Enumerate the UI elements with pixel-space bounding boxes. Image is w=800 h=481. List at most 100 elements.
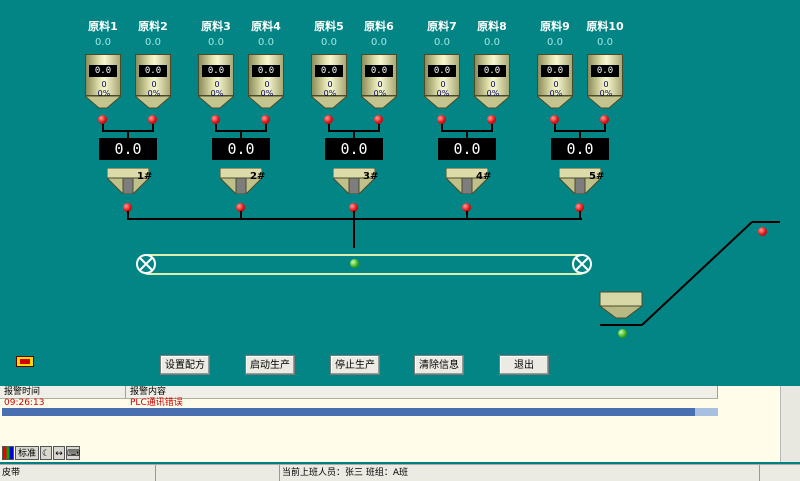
- status-left: 皮带: [0, 465, 156, 481]
- material-silo[interactable]: 0.0 0 0%: [248, 54, 284, 110]
- material-value: 0.0: [95, 37, 111, 48]
- scale-display: 0.0: [99, 138, 157, 160]
- scale-display: 0.0: [325, 138, 383, 160]
- material-silo[interactable]: 0.0 0 0%: [85, 54, 121, 110]
- alarm-indicator-icon[interactable]: [16, 356, 34, 367]
- silo-cone-icon: [424, 96, 460, 109]
- scale-display: 0.0: [551, 138, 609, 160]
- silo-display: 0.0: [365, 65, 393, 77]
- silo-body: 0.0 0 0%: [311, 54, 347, 98]
- process-canvas: 原料1 0.0 0.0 0 0% 原料2 0.0 0.0 0 0% 0.0 1# 原料3 0.0 0.0 0 0…: [0, 0, 800, 386]
- silo-display: 0.0: [252, 65, 280, 77]
- alarm-header: 报警时间 报警内容: [0, 386, 718, 399]
- material-value: 0.0: [547, 37, 563, 48]
- silo-valve-led: [374, 115, 383, 124]
- silo-valve-led: [550, 115, 559, 124]
- keyboard-icon[interactable]: ⌨: [66, 446, 80, 460]
- silo-count: 0: [603, 80, 609, 89]
- alarm-scrollbar[interactable]: [780, 386, 800, 462]
- moon-icon[interactable]: ☾: [40, 446, 52, 460]
- silo-body: 0.0 0 0%: [85, 54, 121, 98]
- silo-count: 0: [264, 80, 270, 89]
- material-silo[interactable]: 0.0 0 0%: [474, 54, 510, 110]
- inclined-conveyor: [641, 221, 753, 326]
- material-value: 0.0: [258, 37, 274, 48]
- color-palette-icon[interactable]: [2, 446, 14, 460]
- silo-cone-icon: [135, 96, 171, 109]
- alarm-col-time-header[interactable]: 报警时间: [0, 386, 126, 398]
- material-value: 0.0: [484, 37, 500, 48]
- silo-body: 0.0 0 0%: [361, 54, 397, 98]
- scale-display: 0.0: [212, 138, 270, 160]
- material-silo[interactable]: 0.0 0 0%: [361, 54, 397, 110]
- material-silo[interactable]: 0.0 0 0%: [537, 54, 573, 110]
- silo-valve-led: [148, 115, 157, 124]
- alarm-selection-bar-end: [695, 408, 718, 416]
- silo-display: 0.0: [591, 65, 619, 77]
- set-recipe-button[interactable]: 设置配方: [160, 355, 210, 375]
- silo-cone-icon: [311, 96, 347, 109]
- material-silo[interactable]: 0.0 0 0%: [424, 54, 460, 110]
- silo-cone-icon: [85, 96, 121, 109]
- silo-count: 0: [101, 80, 107, 89]
- start-production-button[interactable]: 启动生产: [245, 355, 295, 375]
- scale-display: 0.0: [438, 138, 496, 160]
- inclined-conveyor-led: [758, 227, 767, 236]
- material-name: 原料9: [540, 20, 570, 33]
- material-name: 原料6: [364, 20, 394, 33]
- discharge-hopper-icon: [598, 291, 644, 319]
- silo-valve-led: [261, 115, 270, 124]
- alarm-col-content-header[interactable]: 报警内容: [126, 386, 718, 398]
- conveyor-right-roller-icon: [572, 254, 592, 274]
- alarm-toolbar: 标准 ☾ ↔ ⌨: [2, 446, 81, 460]
- alarm-selection-bar[interactable]: [2, 408, 695, 416]
- scale-label: 2#: [250, 171, 266, 182]
- silo-display: 0.0: [315, 65, 343, 77]
- material-name: 原料8: [477, 20, 507, 33]
- silo-display: 0.0: [428, 65, 456, 77]
- arrows-icon[interactable]: ↔: [53, 446, 65, 460]
- material-value: 0.0: [145, 37, 161, 48]
- material-silo[interactable]: 0.0 0 0%: [198, 54, 234, 110]
- status-operator: 当前上班人员：张三 班组：A班: [280, 465, 760, 481]
- silo-display: 0.0: [541, 65, 569, 77]
- silo-cone-icon: [537, 96, 573, 109]
- scale-label: 3#: [363, 171, 379, 182]
- material-name: 原料4: [251, 20, 281, 33]
- scale-label: 5#: [589, 171, 605, 182]
- silo-cone-icon: [248, 96, 284, 109]
- scale-label: 4#: [476, 171, 492, 182]
- material-silo[interactable]: 0.0 0 0%: [135, 54, 171, 110]
- scale-label: 1#: [137, 171, 153, 182]
- silo-valve-led: [487, 115, 496, 124]
- silo-valve-led: [324, 115, 333, 124]
- material-value: 0.0: [597, 37, 613, 48]
- silo-count: 0: [553, 80, 559, 89]
- material-name: 原料3: [201, 20, 231, 33]
- silo-cone-icon: [587, 96, 623, 109]
- silo-valve-led: [98, 115, 107, 124]
- material-silo[interactable]: 0.0 0 0%: [587, 54, 623, 110]
- silo-display: 0.0: [89, 65, 117, 77]
- silo-count: 0: [327, 80, 333, 89]
- silo-valve-led: [211, 115, 220, 124]
- material-silo[interactable]: 0.0 0 0%: [311, 54, 347, 110]
- silo-body: 0.0 0 0%: [248, 54, 284, 98]
- silo-body: 0.0 0 0%: [135, 54, 171, 98]
- silo-body: 0.0 0 0%: [537, 54, 573, 98]
- standard-button[interactable]: 标准: [15, 446, 39, 460]
- clear-info-button[interactable]: 清除信息: [414, 355, 464, 375]
- silo-cone-icon: [198, 96, 234, 109]
- status-empty: [156, 465, 280, 481]
- silo-cone-icon: [361, 96, 397, 109]
- silo-count: 0: [214, 80, 220, 89]
- alarm-row-content: PLC通讯错误: [130, 398, 183, 408]
- exit-button[interactable]: 退出: [499, 355, 549, 375]
- material-name: 原料1: [88, 20, 118, 33]
- material-name: 原料2: [138, 20, 168, 33]
- material-value: 0.0: [434, 37, 450, 48]
- alarm-panel: 报警时间 报警内容 09:26:13 PLC通讯错误 标准 ☾ ↔ ⌨: [0, 386, 800, 462]
- alarm-row[interactable]: 09:26:13 PLC通讯错误: [0, 399, 718, 408]
- silo-display: 0.0: [202, 65, 230, 77]
- stop-production-button[interactable]: 停止生产: [330, 355, 380, 375]
